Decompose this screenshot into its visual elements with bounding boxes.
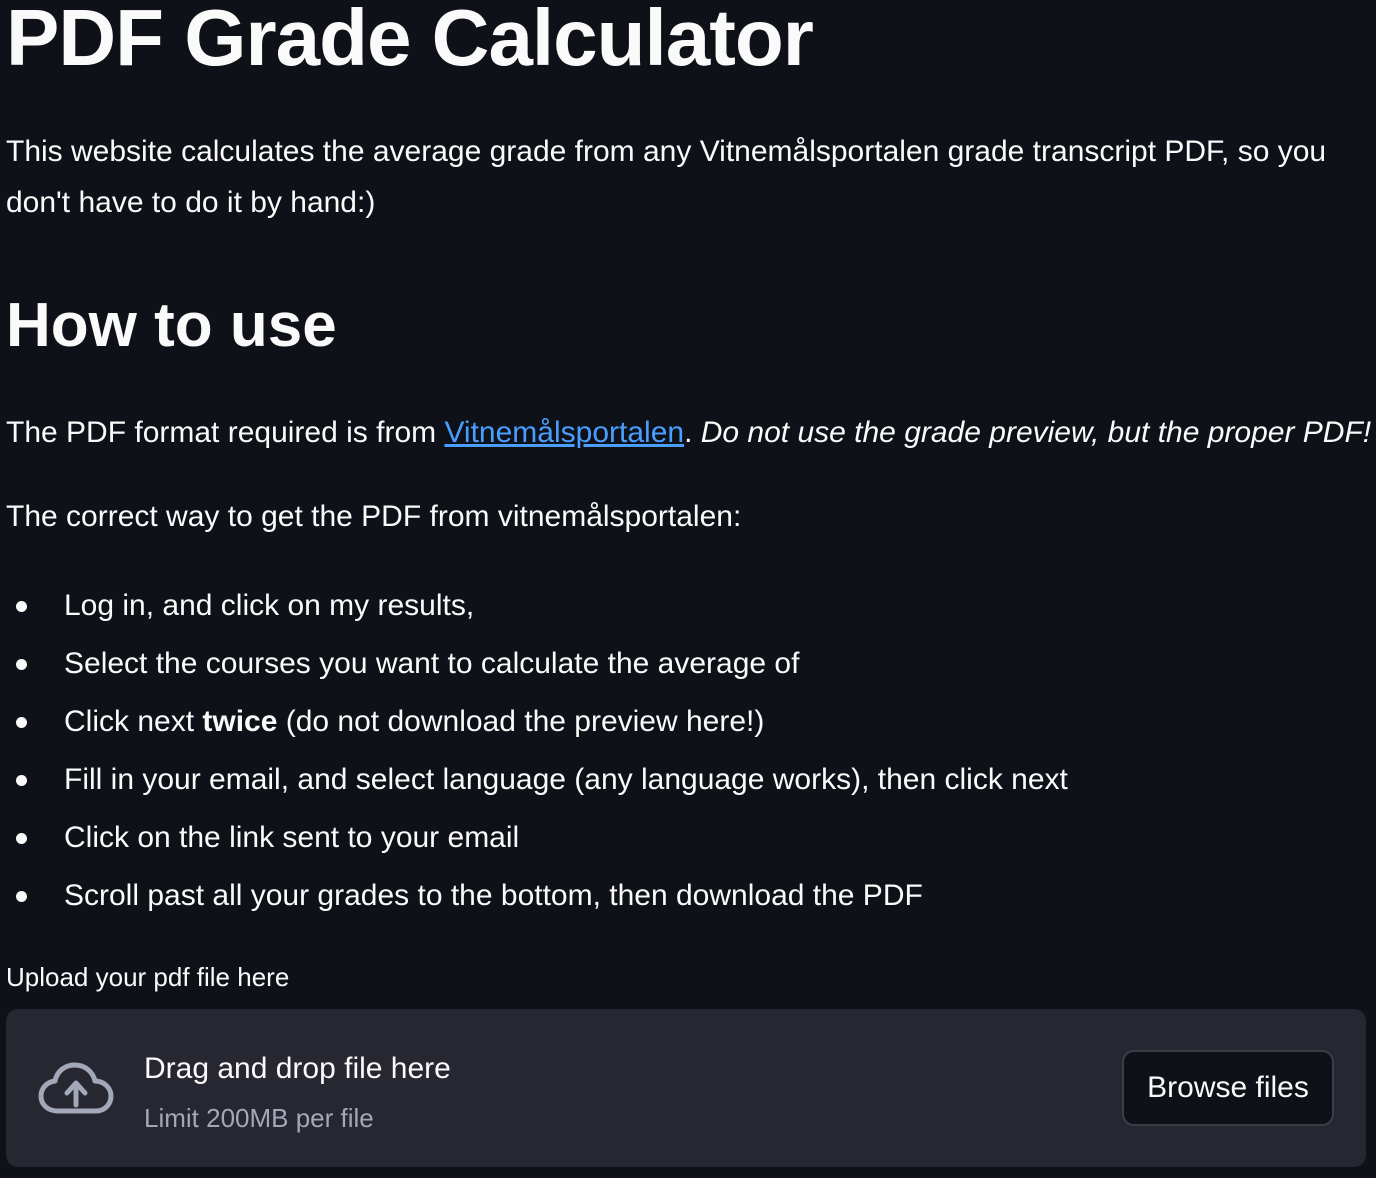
step-text: Scroll past all your grades to the botto… [64,879,923,912]
list-item: Select the courses you want to calculate… [6,642,1068,700]
format-warning: Do not use the grade preview, but the pr… [700,416,1372,449]
file-limit-text: Limit 200MB per file [144,1103,374,1133]
step-text: Log in, and click on my results, [64,589,475,622]
drop-instruction: Drag and drop file here [144,1052,451,1085]
step-text: Select the courses you want to calculate… [64,647,800,680]
intro-text: This website calculates the average grad… [6,135,1327,219]
list-item: Log in, and click on my results, [6,584,1068,642]
bullet-icon [16,775,27,786]
bullet-icon [16,601,27,612]
format-prefix: The PDF format required is from [6,416,445,449]
file-dropzone[interactable]: Drag and drop file here Limit 200MB per … [6,1009,1366,1167]
browse-files-button[interactable]: Browse files [1122,1050,1334,1126]
steps-list: Log in, and click on my results, Select … [6,584,1068,932]
how-to-heading: How to use [6,291,337,360]
step-text-prefix: Click next [64,705,203,738]
step-text-bold: twice [202,705,278,738]
list-item: Click next twice (do not download the pr… [6,700,1068,758]
upload-label: Upload your pdf file here [6,962,290,992]
vitnemalsportalen-link[interactable]: Vitnemålsportalen [444,416,684,449]
list-item: Fill in your email, and select language … [6,758,1068,816]
page-title: PDF Grade Calculator [6,0,814,82]
step-text: Click on the link sent to your email [64,821,520,854]
app-page: PDF Grade Calculator This website calcul… [0,0,1376,1178]
format-requirement: The PDF format required is from Vitnemål… [6,412,1371,454]
bullet-icon [16,659,27,670]
format-period: . [684,416,701,449]
cloud-upload-icon [38,1061,114,1117]
list-item: Click on the link sent to your email [6,816,1068,874]
bullet-icon [16,833,27,844]
bullet-icon [16,891,27,902]
correct-way-text: The correct way to get the PDF from vitn… [6,500,742,533]
list-item: Scroll past all your grades to the botto… [6,874,1068,932]
step-text-suffix: (do not download the preview here!) [277,705,765,738]
bullet-icon [16,717,27,728]
step-text: Fill in your email, and select language … [64,763,1068,796]
